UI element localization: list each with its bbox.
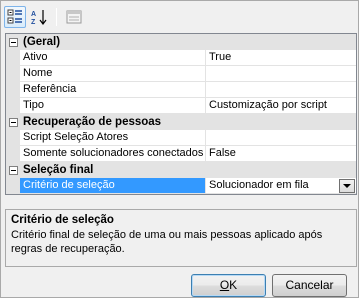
- ok-button[interactable]: OK: [191, 274, 266, 297]
- property-row-somente-solucionadores[interactable]: Somente solucionadores conectados False: [6, 146, 356, 162]
- help-title: Critério de seleção: [11, 214, 114, 226]
- property-pages-button[interactable]: [63, 6, 85, 28]
- category-label: Seleção final: [23, 164, 94, 176]
- property-value[interactable]: [206, 130, 356, 146]
- property-name: Ativo: [20, 50, 206, 66]
- property-grid-toolbar: A Z: [4, 5, 356, 29]
- property-row-tipo[interactable]: Tipo Customização por script: [6, 98, 356, 114]
- property-value[interactable]: [206, 66, 356, 82]
- property-pages-icon: [66, 10, 82, 24]
- chevron-down-icon: [343, 184, 351, 188]
- sort-az-icon: A Z: [31, 10, 47, 26]
- property-value[interactable]: [206, 82, 356, 98]
- property-row-script-selecao-atores[interactable]: Script Seleção Atores: [6, 130, 356, 146]
- category-geral[interactable]: (Geral): [6, 34, 356, 50]
- property-row-criterio-selecao[interactable]: Critério de seleção Solucionador em fila: [6, 178, 356, 194]
- property-name: Tipo: [20, 98, 206, 114]
- property-grid: (Geral) Ativo True Nome Referência Tipo …: [5, 33, 357, 195]
- criterio-selecao-dropdown[interactable]: Solucionador em fila: [206, 178, 356, 194]
- property-name: Nome: [20, 66, 206, 82]
- category-label: (Geral): [23, 36, 61, 48]
- properties-dialog: A Z (Geral) Ativo True Nome Referência T…: [0, 0, 359, 298]
- property-name: Somente solucionadores conectados: [20, 146, 206, 162]
- categorized-view-button[interactable]: [4, 6, 26, 28]
- property-name: Referência: [20, 82, 206, 98]
- cancel-button[interactable]: Cancelar: [272, 274, 347, 297]
- property-value[interactable]: True: [206, 50, 356, 66]
- property-row-referencia[interactable]: Referência: [6, 82, 356, 98]
- property-value[interactable]: Customização por script: [206, 98, 356, 114]
- help-panel: Critério de seleção Critério final de se…: [5, 209, 357, 267]
- property-name: Critério de seleção: [20, 178, 206, 194]
- dropdown-button[interactable]: [339, 179, 355, 193]
- category-selecao-final[interactable]: Seleção final: [6, 162, 356, 178]
- svg-text:Z: Z: [31, 19, 36, 26]
- cancel-label: Cancelar: [285, 278, 334, 292]
- ok-label-rest: K: [229, 278, 238, 292]
- svg-text:A: A: [31, 11, 36, 18]
- collapse-icon[interactable]: [8, 117, 18, 127]
- toolbar-separator: [56, 8, 57, 26]
- category-label: Recuperação de pessoas: [23, 116, 162, 128]
- category-recuperacao[interactable]: Recuperação de pessoas: [6, 114, 356, 130]
- dropdown-value: Solucionador em fila: [209, 179, 309, 191]
- alphabetical-view-button[interactable]: A Z: [28, 6, 50, 28]
- property-value[interactable]: False: [206, 146, 356, 162]
- collapse-icon[interactable]: [8, 165, 18, 175]
- ok-mnemonic: O: [219, 278, 230, 292]
- property-row-ativo[interactable]: Ativo True: [6, 50, 356, 66]
- property-row-nome[interactable]: Nome: [6, 66, 356, 82]
- property-name: Script Seleção Atores: [20, 130, 206, 146]
- categorized-icon: [7, 9, 22, 24]
- collapse-icon[interactable]: [8, 37, 18, 47]
- help-description: Critério final de seleção de uma ou mais…: [11, 229, 323, 255]
